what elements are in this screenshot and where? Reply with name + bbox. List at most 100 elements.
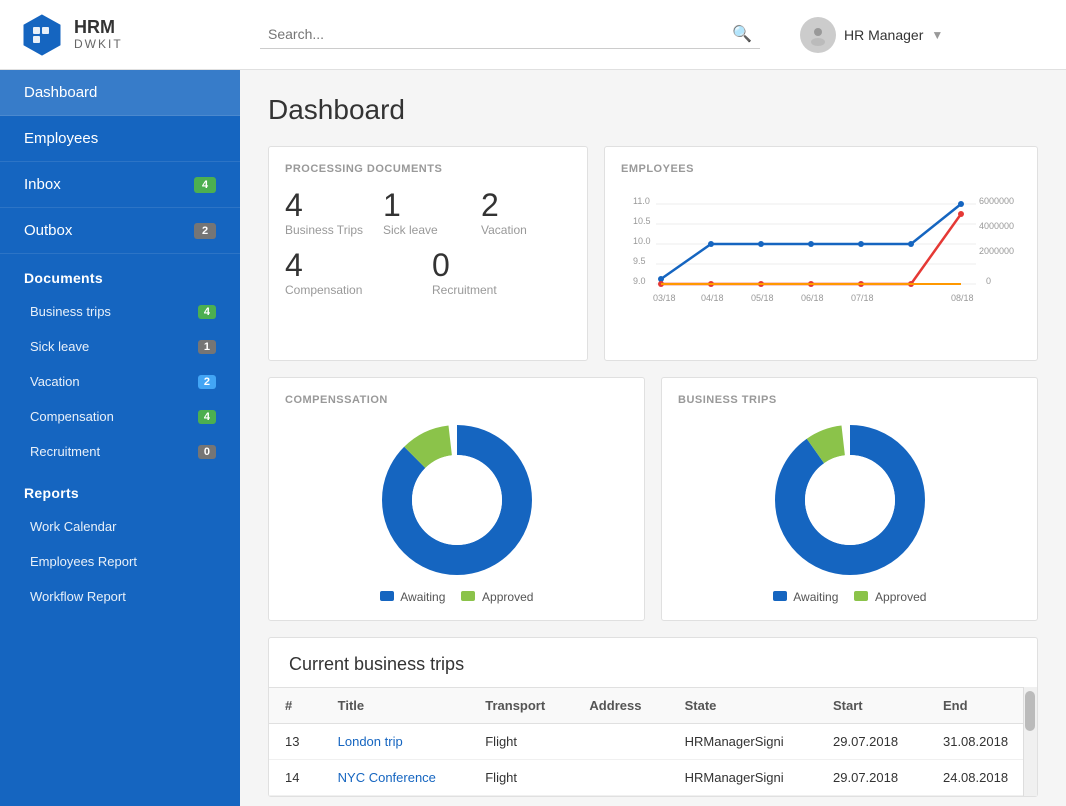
table-scroll-wrap[interactable]: # Title Transport Address State Start En… [269, 687, 1037, 796]
current-trips-title: Current business trips [269, 638, 1037, 687]
cell-end: 31.08.2018 [927, 724, 1037, 760]
avatar [800, 17, 836, 53]
business-trips-legend: Awaiting Approved [773, 590, 927, 604]
sidebar-item-vacation[interactable]: Vacation 2 [0, 364, 240, 399]
proc-label-vacation: Vacation [481, 223, 571, 237]
business-trips-donut-svg [770, 420, 930, 580]
sidebar-dashboard-label: Dashboard [24, 84, 97, 101]
legend-green-dot [461, 591, 475, 601]
proc-grid-row2: 4 Compensation 0 Recruitment [285, 249, 571, 297]
compensation-donut-title: COMPENSSATION [285, 394, 628, 406]
workflow-report-label: Workflow Report [30, 589, 126, 604]
outbox-badge: 2 [194, 223, 216, 239]
proc-num-business-trips: 4 [285, 189, 375, 221]
sick-leave-label: Sick leave [30, 339, 89, 354]
logo-text: HRM DWKIT [74, 18, 123, 51]
search-input[interactable] [268, 26, 732, 42]
vacation-badge: 2 [198, 375, 216, 389]
svg-text:07/18: 07/18 [851, 293, 874, 303]
compensation-donut-svg [377, 420, 537, 580]
donut-row: COMPENSSATION Awaiting Approved [268, 377, 1038, 621]
cell-address [573, 724, 668, 760]
proc-item-compensation: 4 Compensation [285, 249, 424, 297]
proc-docs-title: PROCESSING DOCUMENTS [285, 163, 571, 175]
sidebar-outbox-label: Outbox [24, 222, 72, 239]
proc-label-recruitment: Recruitment [432, 283, 571, 297]
svg-text:04/18: 04/18 [701, 293, 724, 303]
svg-text:10.0: 10.0 [633, 236, 651, 246]
page-title: Dashboard [268, 94, 1038, 126]
user-name: HR Manager [844, 27, 923, 43]
documents-header: Documents [0, 254, 240, 294]
sidebar-inbox-label: Inbox [24, 176, 61, 193]
svg-text:08/18: 08/18 [951, 293, 974, 303]
col-start: Start [817, 688, 927, 724]
cell-transport: Flight [469, 760, 573, 796]
scrollbar[interactable] [1023, 687, 1037, 796]
cell-state: HRManagerSigni [669, 760, 817, 796]
employees-chart-title: EMPLOYEES [621, 163, 1021, 175]
user-area[interactable]: HR Manager ▼ [800, 17, 943, 53]
cell-start: 29.07.2018 [817, 724, 927, 760]
sidebar-item-dashboard[interactable]: Dashboard [0, 70, 240, 116]
sidebar-item-employees[interactable]: Employees [0, 116, 240, 162]
svg-text:0: 0 [986, 276, 991, 286]
svg-text:4000000: 4000000 [979, 221, 1014, 231]
sidebar-item-recruitment[interactable]: Recruitment 0 [0, 434, 240, 469]
sidebar: Dashboard Employees Inbox 4 Outbox 2 Doc… [0, 70, 240, 806]
sidebar-item-work-calendar[interactable]: Work Calendar [0, 509, 240, 544]
col-id: # [269, 688, 322, 724]
scrollbar-thumb [1025, 691, 1035, 731]
topnav: HRM DWKIT 🔍 HR Manager ▼ [0, 0, 1066, 70]
proc-item-vacation: 2 Vacation [481, 189, 571, 237]
table-header-row: # Title Transport Address State Start En… [269, 688, 1037, 724]
svg-text:10.5: 10.5 [633, 216, 651, 226]
proc-label-business-trips: Business Trips [285, 223, 375, 237]
sidebar-item-business-trips[interactable]: Business trips 4 [0, 294, 240, 329]
svg-text:2000000: 2000000 [979, 246, 1014, 256]
col-address: Address [573, 688, 668, 724]
layout: Dashboard Employees Inbox 4 Outbox 2 Doc… [0, 70, 1066, 806]
proc-num-sick-leave: 1 [383, 189, 473, 221]
bt-legend-awaiting: Awaiting [773, 590, 839, 604]
sidebar-item-inbox[interactable]: Inbox 4 [0, 162, 240, 208]
table-row: 14 NYC Conference Flight HRManagerSigni … [269, 760, 1037, 796]
col-transport: Transport [469, 688, 573, 724]
svg-text:11.0: 11.0 [633, 196, 650, 206]
svg-text:9.0: 9.0 [633, 276, 646, 286]
business-trips-donut-title: BUSINESS TRIPS [678, 394, 1021, 406]
bt-legend-green-dot [854, 591, 868, 601]
cell-state: HRManagerSigni [669, 724, 817, 760]
bt-legend-approved: Approved [854, 590, 926, 604]
sidebar-item-employees-report[interactable]: Employees Report [0, 544, 240, 579]
current-trips-section: Current business trips # Title Transport… [268, 637, 1038, 797]
business-trips-badge: 4 [198, 305, 216, 319]
logo-dwkit: DWKIT [74, 38, 123, 51]
recruitment-label: Recruitment [30, 444, 100, 459]
business-trips-label: Business trips [30, 304, 111, 319]
sidebar-item-outbox[interactable]: Outbox 2 [0, 208, 240, 254]
proc-item-recruitment: 0 Recruitment [432, 249, 571, 297]
employees-report-label: Employees Report [30, 554, 137, 569]
sidebar-item-sick-leave[interactable]: Sick leave 1 [0, 329, 240, 364]
inbox-badge: 4 [194, 177, 216, 193]
cell-title[interactable]: London trip [322, 724, 470, 760]
cell-start: 29.07.2018 [817, 760, 927, 796]
compensation-legend: Awaiting Approved [380, 590, 534, 604]
sidebar-employees-label: Employees [24, 130, 98, 147]
processing-docs-card: PROCESSING DOCUMENTS 4 Business Trips 1 … [268, 146, 588, 361]
svg-text:05/18: 05/18 [751, 293, 774, 303]
chevron-down-icon: ▼ [931, 28, 943, 42]
employees-chart-svg: 11.0 10.5 10.0 9.5 9.0 6000000 4000000 2… [621, 189, 1021, 339]
sidebar-item-workflow-report[interactable]: Workflow Report [0, 579, 240, 614]
current-trips-table: # Title Transport Address State Start En… [269, 687, 1037, 796]
sidebar-item-compensation[interactable]: Compensation 4 [0, 399, 240, 434]
search-area[interactable]: 🔍 [260, 20, 760, 49]
proc-item-sick-leave: 1 Sick leave [383, 189, 473, 237]
svg-text:9.5: 9.5 [633, 256, 646, 266]
legend-awaiting: Awaiting [380, 590, 446, 604]
cell-title[interactable]: NYC Conference [322, 760, 470, 796]
business-trips-donut-card: BUSINESS TRIPS Awaiting Approved [661, 377, 1038, 621]
recruitment-badge: 0 [198, 445, 216, 459]
proc-num-vacation: 2 [481, 189, 571, 221]
